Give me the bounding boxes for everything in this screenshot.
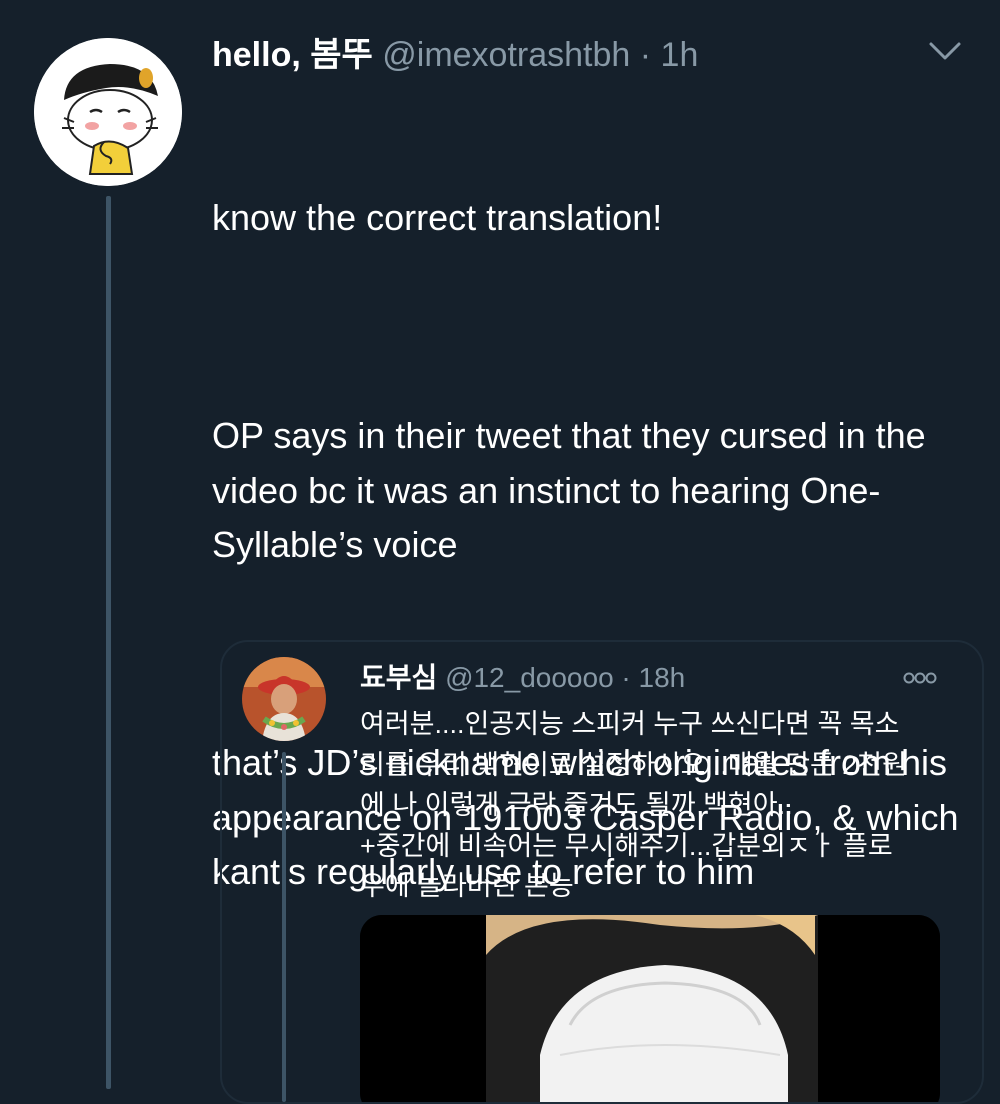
thread-line <box>106 196 111 1089</box>
video-thumbnail <box>360 915 940 1102</box>
quoted-tweet-header: 됴부심 @12_dooooo · 18h <box>360 658 685 698</box>
header-separator: · <box>630 36 661 74</box>
tweet-paragraph: know the correct translation! <box>212 197 663 238</box>
quoted-thread-line <box>282 752 286 1102</box>
quoted-avatar-photo <box>242 657 326 741</box>
tweet-header: hello, 봄뚜 @imexotrashtbh · 1h <box>212 30 698 80</box>
chevron-down-icon[interactable] <box>928 40 962 62</box>
quoted-handle[interactable]: @12_dooooo <box>445 662 614 693</box>
tweet-paragraph: OP says in their tweet that they cursed … <box>212 415 936 565</box>
tweet-timestamp[interactable]: 1h <box>661 36 699 74</box>
quoted-tweet-text: 여러분....인공지능 스피커 누구 쓰신다면 꼭 목소 리를 우리 백현이로 … <box>360 709 907 901</box>
author-display-name[interactable]: hello, 봄뚜 <box>212 36 373 74</box>
quoted-tweet[interactable]: 됴부심 @12_dooooo · 18h 여러분....인공지능 스피커 누구 … <box>220 640 984 1104</box>
more-dots-icon[interactable] <box>902 670 938 686</box>
author-avatar[interactable] <box>34 38 182 186</box>
author-handle[interactable]: @imexotrashtbh <box>382 36 630 74</box>
avatar-illustration <box>34 38 182 186</box>
quoted-media-video[interactable] <box>360 915 940 1102</box>
quoted-header-separator: · <box>613 662 639 693</box>
quoted-display-name[interactable]: 됴부심 <box>360 662 437 693</box>
quoted-timestamp[interactable]: 18h <box>639 662 686 693</box>
quoted-author-avatar[interactable] <box>242 657 326 741</box>
